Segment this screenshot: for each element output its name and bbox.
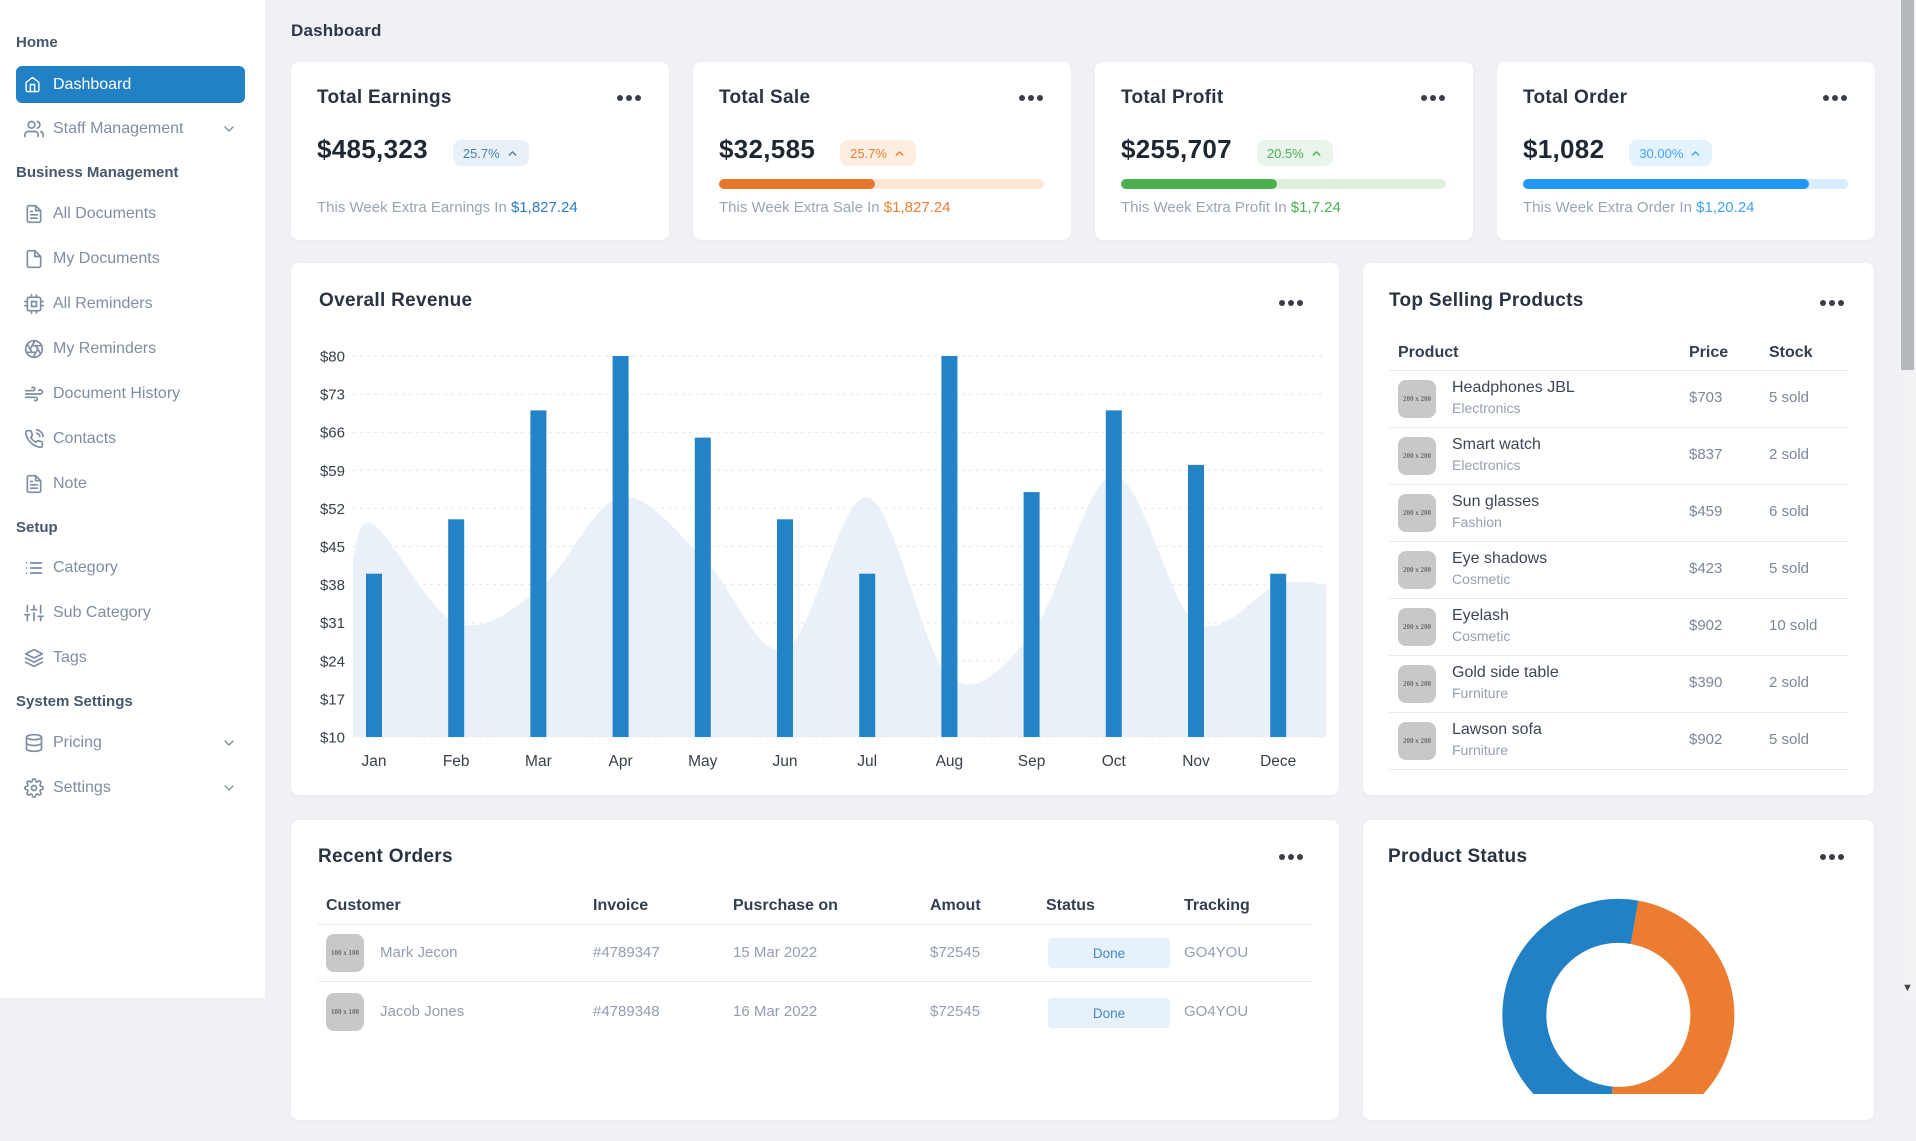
svg-text:$73: $73	[320, 387, 345, 404]
svg-text:$66: $66	[320, 425, 345, 442]
svg-text:$10: $10	[320, 730, 345, 747]
svg-text:Oct: Oct	[1102, 753, 1127, 770]
svg-text:Aug: Aug	[936, 753, 964, 770]
svg-text:Jan: Jan	[362, 753, 387, 770]
svg-text:Feb: Feb	[443, 753, 470, 770]
svg-text:$31: $31	[320, 615, 345, 632]
svg-text:Sep: Sep	[1018, 753, 1046, 770]
svg-text:$38: $38	[320, 577, 345, 594]
svg-text:$80: $80	[320, 349, 345, 366]
svg-text:$52: $52	[320, 501, 345, 518]
svg-text:Jul: Jul	[857, 753, 877, 770]
svg-text:Dece: Dece	[1260, 753, 1296, 770]
svg-text:Nov: Nov	[1182, 753, 1210, 770]
svg-text:$59: $59	[320, 463, 345, 480]
svg-text:Mar: Mar	[525, 753, 552, 770]
svg-text:May: May	[688, 753, 718, 770]
svg-text:Jun: Jun	[773, 753, 798, 770]
svg-text:$17: $17	[320, 691, 345, 708]
svg-text:Apr: Apr	[609, 753, 633, 770]
svg-text:$24: $24	[320, 653, 345, 670]
svg-text:$45: $45	[320, 539, 345, 556]
